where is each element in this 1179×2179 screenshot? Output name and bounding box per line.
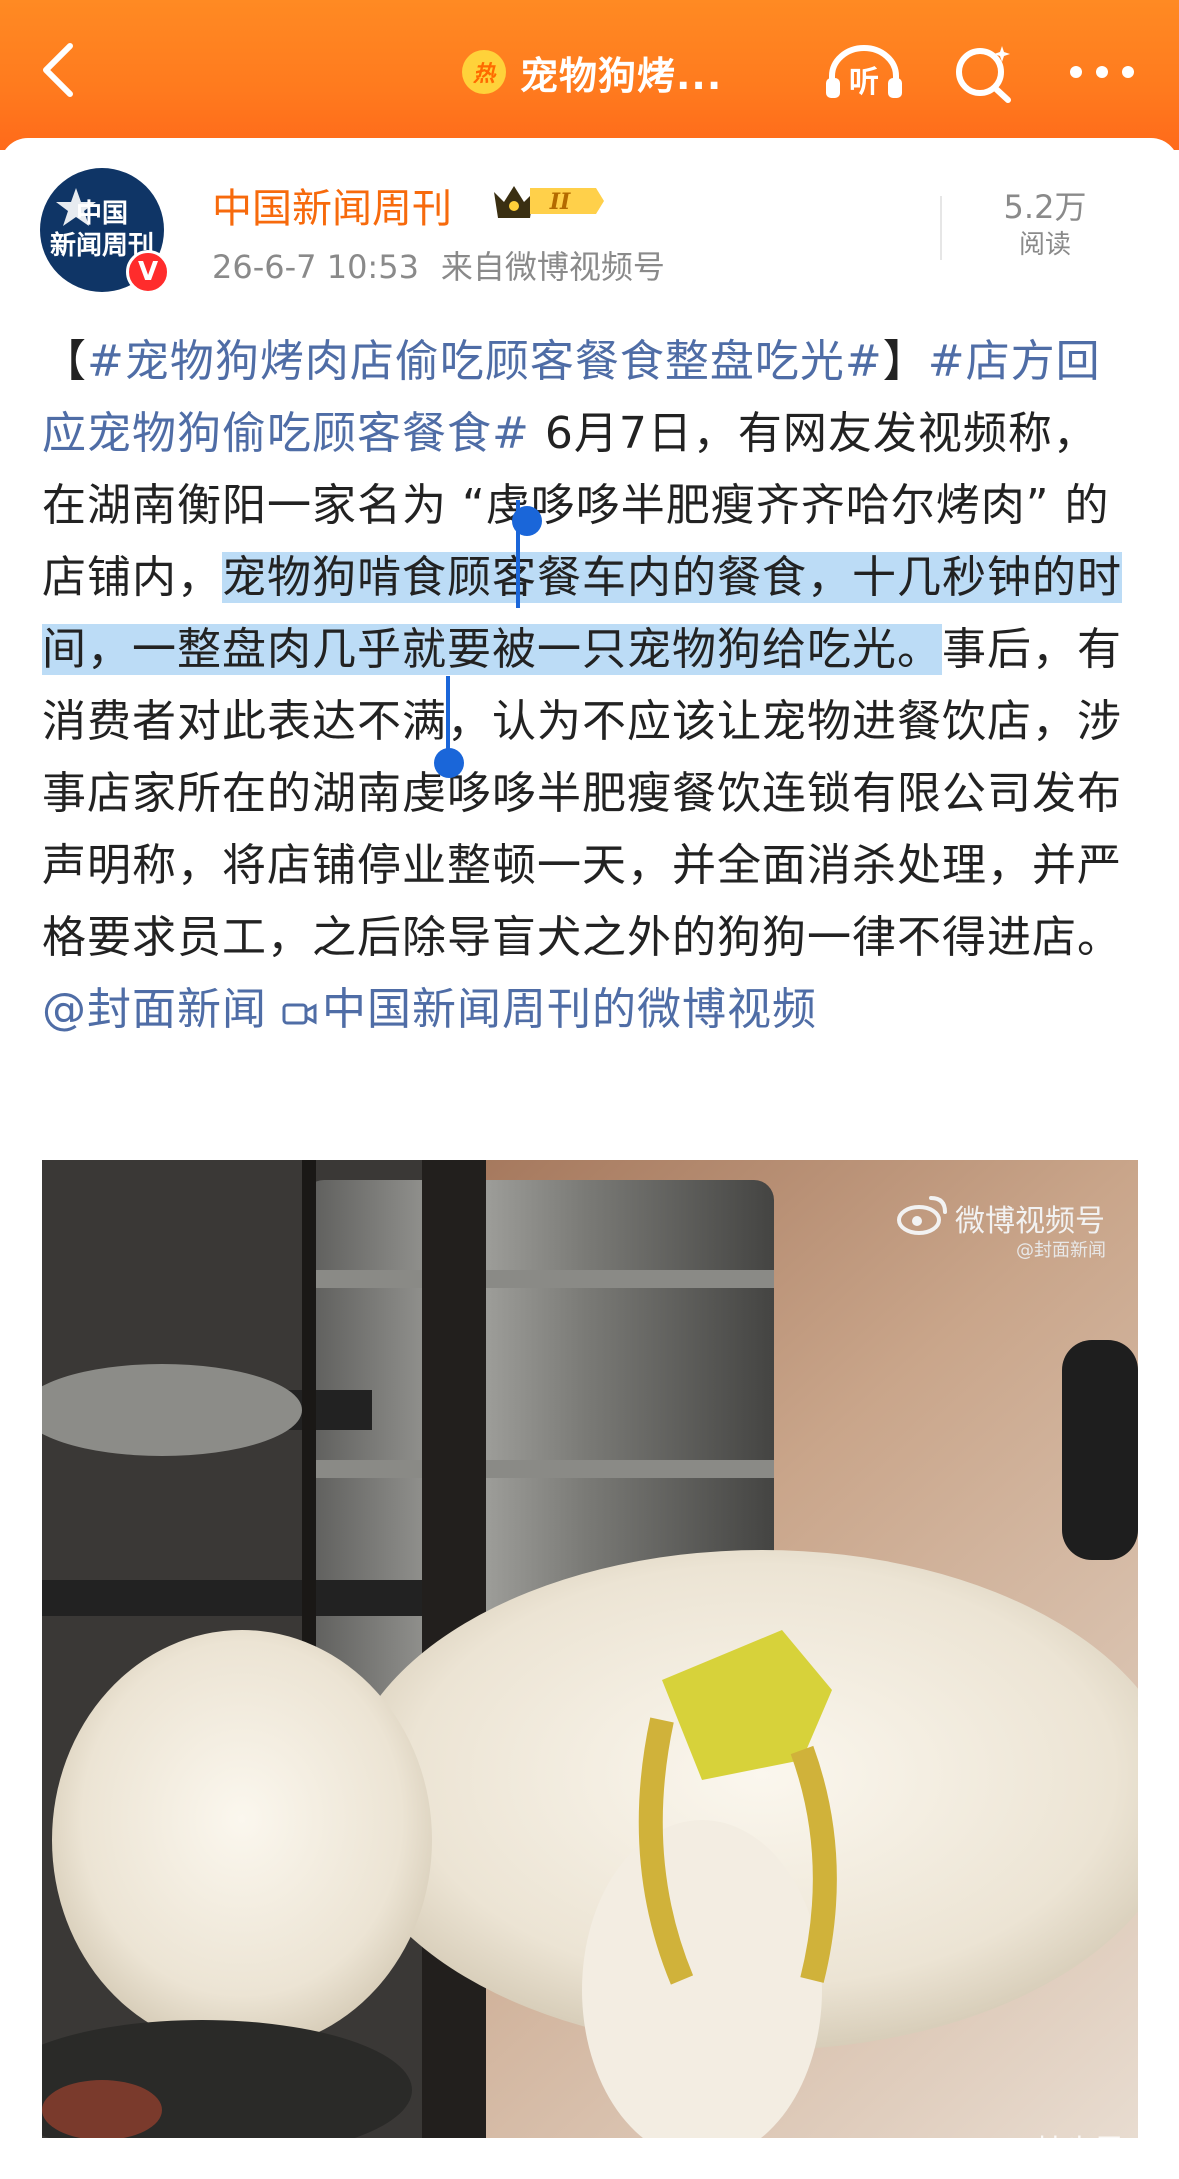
topic-title-text: 宠物狗烤... (520, 53, 723, 98)
video-frame (42, 1160, 1138, 2138)
more-icon[interactable] (1068, 58, 1136, 86)
post-source: 来自微博视频号 (440, 248, 665, 286)
post-meta: 26-6-7 10:53 来自微博视频号 (212, 242, 687, 288)
top-bar: 热 宠物狗烤... 听 (0, 0, 1179, 150)
hot-icon: 热 (462, 50, 506, 94)
post-content[interactable]: 【#宠物狗烤肉店偷吃顾客餐食整盘吃光#】#店方回应宠物狗偷吃顾客餐食# 6月7日… (42, 326, 1142, 1046)
video-link-text: 中国新闻周刊的微博视频 (322, 984, 817, 1035)
hashtag-link[interactable]: #宠物狗烤肉店偷吃顾客餐食整盘吃光# (87, 336, 883, 387)
topic-title[interactable]: 热 宠物狗烤... (462, 44, 722, 100)
reads-count: 5.2万 (1003, 188, 1087, 226)
mention-link[interactable]: @封面新闻 (42, 984, 267, 1035)
selection-handle-end-dot[interactable] (434, 748, 464, 778)
verified-badge: V (126, 250, 170, 294)
level-label: II (549, 189, 571, 215)
video-watermark-sub: @封面新闻 (1016, 1240, 1106, 1261)
headphones-icon[interactable]: 听 (822, 42, 906, 102)
author-name[interactable]: 中国新闻周刊 (212, 176, 452, 234)
weibo-logo-icon (897, 1196, 947, 1235)
divider (940, 196, 942, 260)
video-player[interactable] (42, 1160, 1138, 2138)
video-watermark: 微博视频号 (955, 1204, 1105, 1239)
video-camera-icon (282, 1003, 317, 1025)
reads-label: 阅读 (1018, 230, 1071, 260)
listen-label: 听 (849, 65, 879, 100)
search-icon[interactable] (952, 42, 1016, 104)
bracket-close: 】 (882, 336, 928, 387)
video-link[interactable]: 中国新闻周刊的微博视频 (282, 984, 817, 1035)
back-arrow-icon[interactable] (36, 40, 86, 100)
crown-level-icon: II (494, 186, 604, 218)
image-signature: @林步里 (1004, 2134, 1124, 2169)
selection-handle-start-dot[interactable] (512, 506, 542, 536)
post-date: 26-6-7 10:53 (212, 248, 419, 286)
bracket-open: 【 (42, 336, 87, 387)
